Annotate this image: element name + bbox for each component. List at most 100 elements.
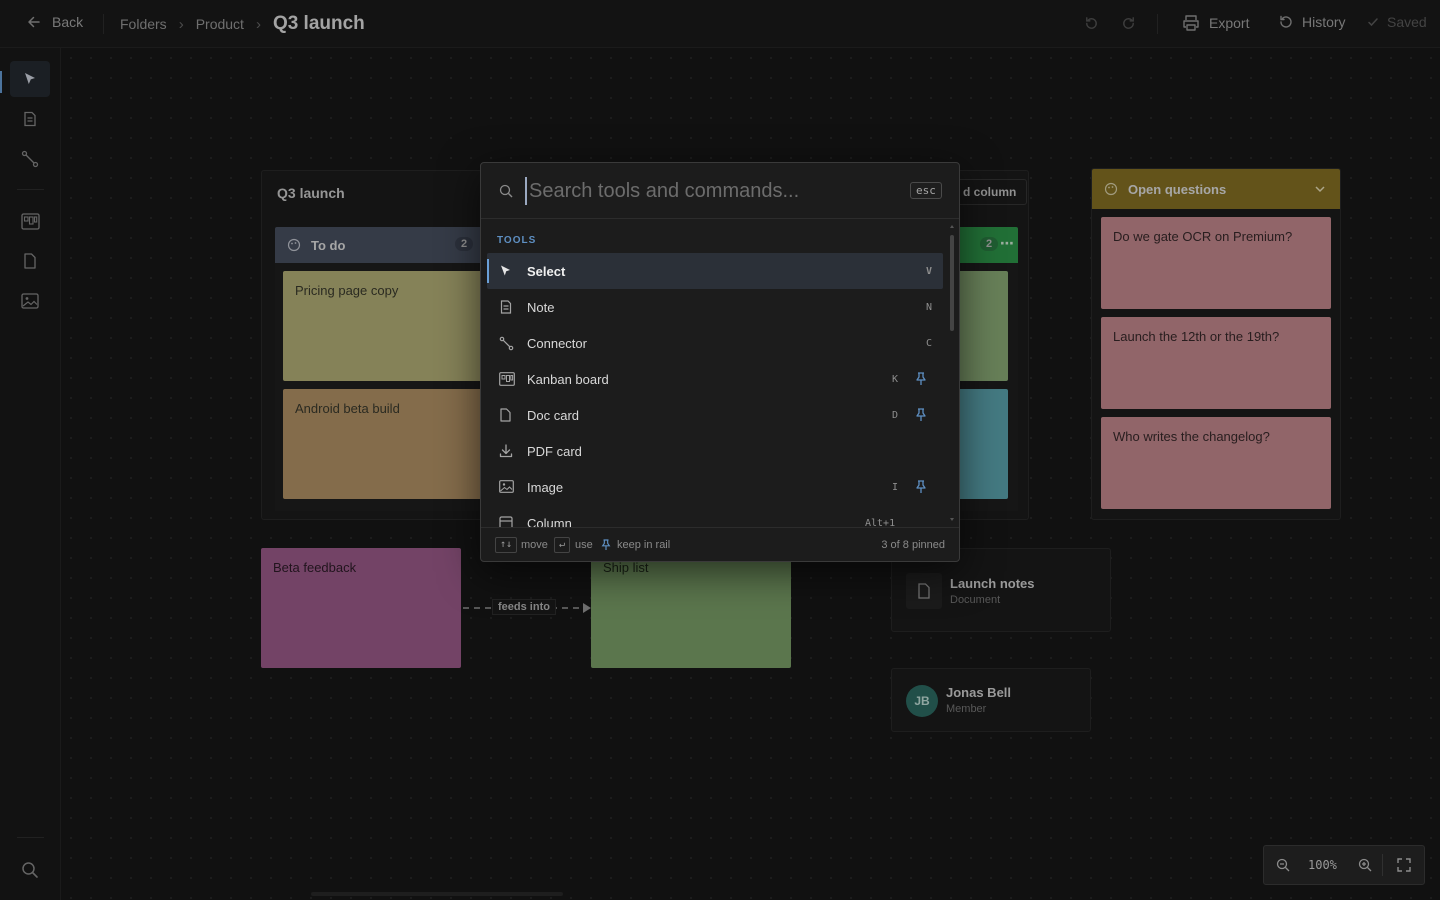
sticky-note[interactable]: Launch the 12th or the 19th? — [1101, 317, 1331, 409]
rail-search-button[interactable] — [10, 852, 50, 888]
sticky-text: Do we gate OCR on Premium? — [1113, 229, 1293, 244]
palette-search: esc — [481, 163, 959, 219]
column-header-todo[interactable]: To do 2 — [275, 227, 485, 263]
sticky-note[interactable]: Pricing page copy — [283, 271, 483, 381]
pinned-count: 3 of 8 pinned — [881, 539, 945, 551]
rail-select-tool[interactable] — [10, 61, 50, 97]
export-label: Export — [1209, 15, 1250, 31]
command-label: Kanban board — [527, 371, 609, 387]
zoom-out-icon[interactable] — [1276, 858, 1290, 872]
history-label: History — [1302, 14, 1346, 30]
chevron-down-icon[interactable] — [1314, 184, 1326, 194]
pin-icon[interactable] — [915, 480, 927, 494]
kanban-icon — [499, 372, 515, 386]
shortcut-hint: C — [926, 337, 933, 349]
kanban-title: Q3 launch — [277, 185, 345, 201]
member-card[interactable]: JB Jonas Bell Member — [891, 668, 1091, 732]
command-item-pdf-card[interactable]: PDF card — [487, 433, 943, 469]
breadcrumb-folders[interactable]: Folders — [120, 16, 167, 32]
sticky-note[interactable]: Ship list — [591, 548, 791, 668]
sticky-note[interactable]: Android beta build — [283, 389, 483, 499]
back-label: Back — [52, 14, 84, 30]
shortcut-hint: I — [892, 481, 899, 493]
fullscreen-icon[interactable] — [1397, 858, 1411, 872]
rail-note-tool[interactable] — [10, 101, 50, 137]
breadcrumb-product[interactable]: Product — [196, 16, 244, 32]
note-icon — [499, 300, 513, 314]
column-count: 2 — [455, 237, 474, 251]
active-indicator — [0, 71, 2, 93]
download-icon — [499, 444, 513, 458]
doc-card-title: Launch notes — [950, 576, 1035, 591]
history-icon — [1280, 15, 1292, 28]
search-input[interactable] — [525, 177, 885, 205]
cursor-icon — [499, 264, 513, 278]
back-button[interactable]: Back — [26, 14, 83, 30]
command-item-note[interactable]: Note N — [487, 289, 943, 325]
command-item-connector[interactable]: Connector C — [487, 325, 943, 361]
palette-scrollbar[interactable] — [949, 223, 955, 523]
esc-key-hint[interactable]: esc — [910, 182, 942, 199]
breadcrumb: Folders › Product › Q3 launch — [120, 13, 365, 35]
command-label: Select — [527, 263, 566, 279]
zoom-controls: 100% — [1263, 845, 1425, 885]
command-item-column[interactable]: Column Alt+1 — [487, 505, 943, 527]
rail-image-tool[interactable] — [10, 283, 50, 319]
image-icon — [499, 480, 514, 493]
column-title: Open questions — [1128, 181, 1227, 197]
arrow-left-icon — [28, 16, 40, 28]
command-label: PDF card — [527, 443, 582, 459]
sticky-note[interactable]: Who writes the changelog? — [1101, 417, 1331, 509]
sticky-note[interactable]: Beta feedback — [261, 548, 461, 668]
divider — [103, 14, 104, 34]
shortcut-hint: N — [926, 301, 933, 313]
use-label: use — [575, 539, 593, 551]
rail-connector-tool[interactable] — [10, 141, 50, 177]
rail-divider — [17, 837, 44, 838]
command-list: Select V Note N Connector C Kanban board… — [481, 253, 959, 527]
connector-icon — [21, 150, 39, 168]
pin-icon — [601, 539, 611, 550]
command-palette: esc TOOLS Select V Note N Connector C Ka… — [480, 162, 960, 562]
column-header-open-questions[interactable]: Open questions — [1092, 169, 1340, 209]
pin-icon[interactable] — [915, 372, 927, 386]
command-item-select[interactable]: Select V — [487, 253, 943, 289]
palette-icon — [1104, 182, 1118, 196]
sticky-text: Ship list — [603, 560, 649, 575]
command-item-doc-card[interactable]: Doc card D — [487, 397, 943, 433]
saved-status: Saved — [1367, 14, 1427, 30]
rail-doc-tool[interactable] — [10, 243, 50, 279]
add-column-button[interactable]: d column — [952, 179, 1028, 205]
check-icon — [1368, 18, 1378, 27]
redo-icon[interactable] — [1120, 15, 1137, 32]
export-button[interactable]: Export — [1181, 14, 1249, 32]
open-questions-column[interactable]: Open questions Do we gate OCR on Premium… — [1091, 168, 1341, 520]
sticky-text: Who writes the changelog? — [1113, 429, 1270, 444]
avatar: JB — [906, 685, 938, 717]
command-label: Column — [527, 515, 572, 528]
horizontal-scrollbar[interactable] — [311, 892, 563, 896]
undo-icon[interactable] — [1083, 15, 1100, 32]
command-label: Doc card — [527, 407, 580, 423]
divider — [1157, 14, 1158, 34]
chevron-right-icon: › — [178, 15, 184, 33]
command-item-kanban-board[interactable]: Kanban board K — [487, 361, 943, 397]
command-label: Note — [527, 299, 555, 315]
cursor-icon — [25, 73, 35, 84]
top-bar: Back Folders › Product › Q3 launch Expor… — [0, 0, 1440, 48]
doc-icon — [24, 253, 36, 269]
pin-icon[interactable] — [915, 408, 927, 422]
rail-kanban-tool[interactable] — [10, 203, 50, 239]
history-button[interactable]: History — [1278, 14, 1346, 30]
column-title: To do — [311, 237, 346, 253]
connector-label[interactable]: feeds into — [492, 599, 556, 615]
palette-icon — [287, 238, 301, 252]
move-label: move — [521, 539, 548, 551]
zoom-in-icon[interactable] — [1358, 858, 1372, 872]
printer-icon — [1183, 15, 1199, 31]
command-item-image[interactable]: Image I — [487, 469, 943, 505]
search-icon — [499, 184, 513, 198]
more-icon[interactable]: ⋯ — [1000, 235, 1014, 252]
shortcut-hint: V — [926, 265, 933, 277]
sticky-note[interactable]: Do we gate OCR on Premium? — [1101, 217, 1331, 309]
